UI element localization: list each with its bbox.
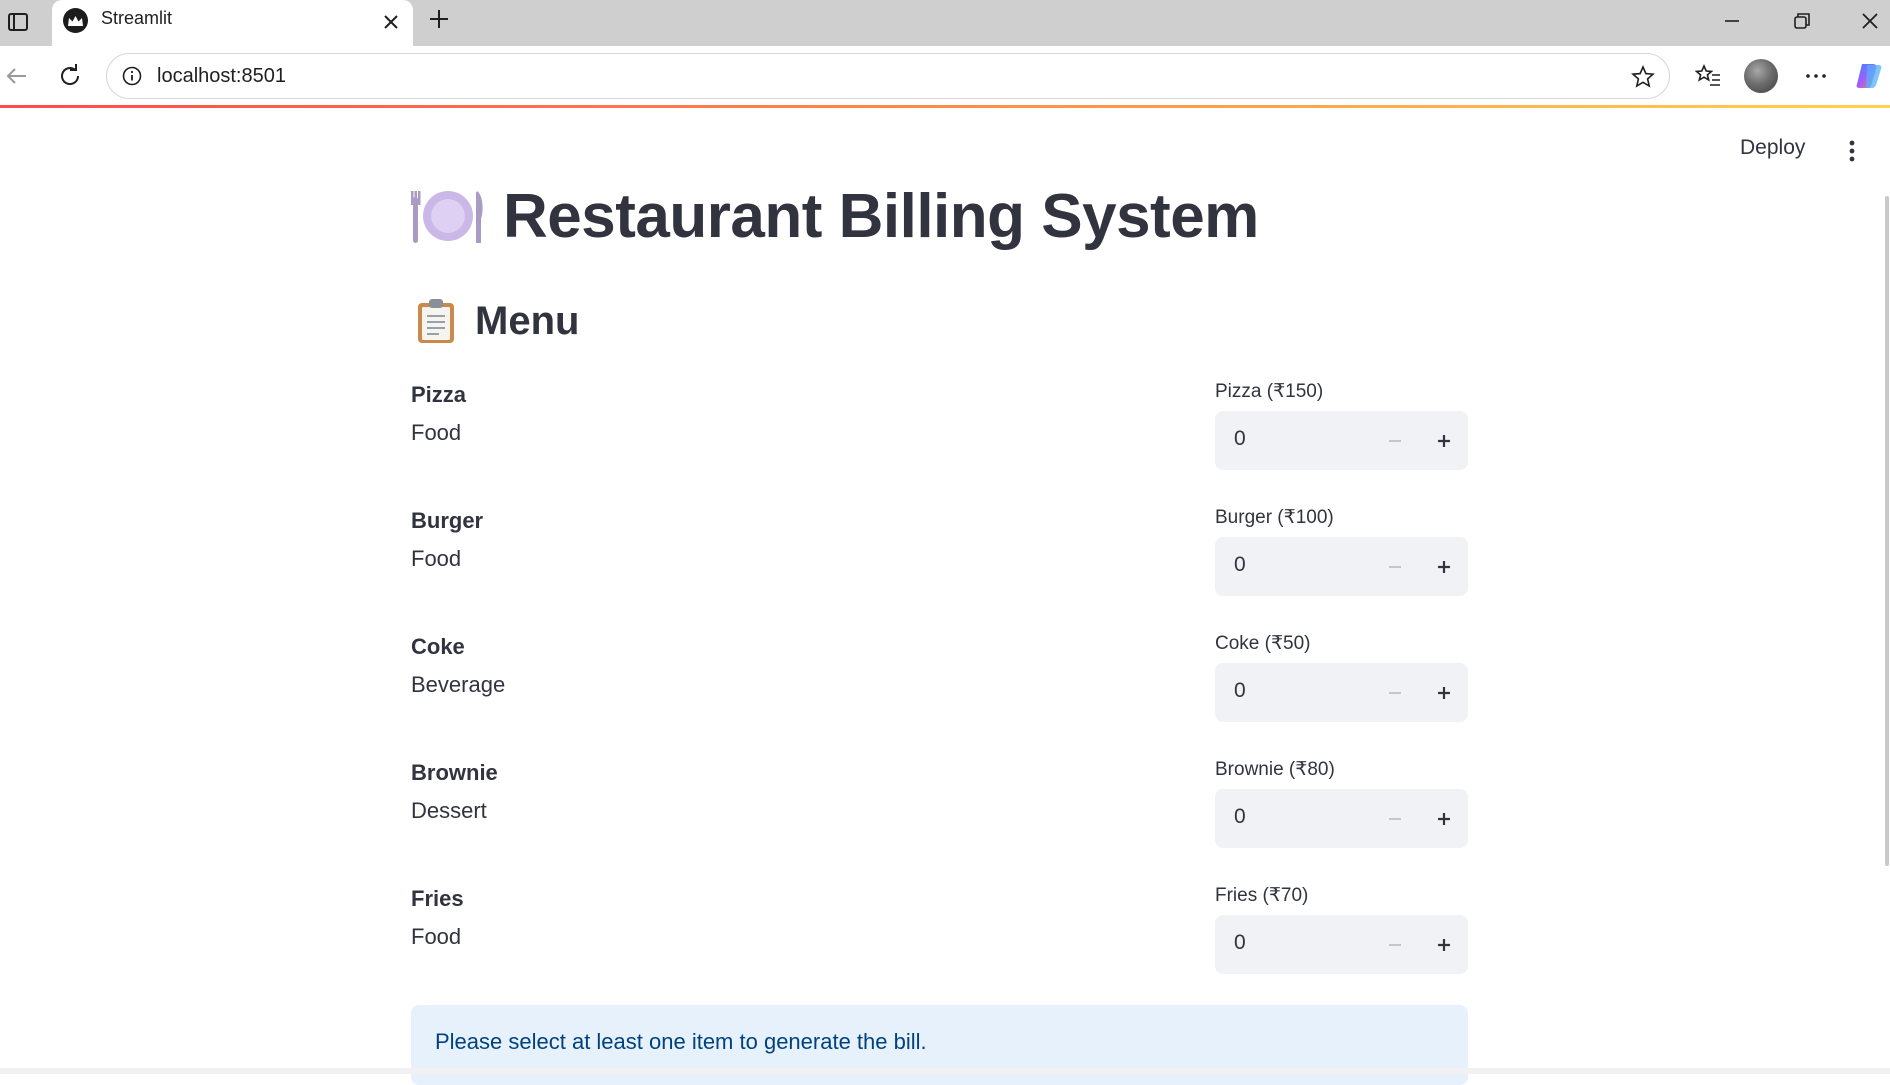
plus-icon	[1437, 938, 1450, 951]
info-message: Please select at least one item to gener…	[435, 1029, 927, 1054]
menu-item-pizza: Pizza Food Pizza (₹150) 0	[411, 381, 1468, 508]
browser-toolbar: localhost:8501	[0, 46, 1890, 106]
quantity-stepper[interactable]: 0	[1215, 663, 1468, 722]
minimize-icon[interactable]	[1712, 6, 1752, 36]
minus-icon	[1389, 439, 1401, 442]
quantity-input[interactable]: 0	[1234, 679, 1246, 703]
menu-item-coke: Coke Beverage Coke (₹50) 0	[411, 633, 1468, 760]
item-name: Pizza	[411, 382, 467, 407]
item-name: Burger	[411, 508, 484, 533]
quantity-label: Fries (₹70)	[1215, 885, 1309, 906]
decrement-button[interactable]	[1371, 411, 1419, 470]
menu-heading-row: Menu	[417, 294, 579, 348]
increment-button[interactable]	[1419, 537, 1468, 596]
tab-actions-icon[interactable]	[4, 8, 32, 36]
increment-button[interactable]	[1419, 915, 1468, 974]
browser-tab-bar: Streamlit	[0, 0, 1890, 46]
streamlit-favicon-icon	[63, 8, 88, 33]
item-name: Fries	[411, 886, 464, 911]
decrement-button[interactable]	[1371, 915, 1419, 974]
quantity-input[interactable]: 0	[1234, 553, 1246, 577]
item-category: Dessert	[411, 798, 487, 823]
quantity-input[interactable]: 0	[1234, 427, 1246, 451]
back-icon[interactable]	[0, 58, 36, 94]
quantity-label: Pizza (₹150)	[1215, 381, 1324, 402]
plus-icon	[1437, 434, 1450, 447]
menu-item-brownie: Brownie Dessert Brownie (₹80) 0	[411, 759, 1468, 886]
decrement-button[interactable]	[1371, 663, 1419, 722]
plus-icon	[1437, 686, 1450, 699]
tab-title: Streamlit	[101, 8, 173, 28]
deploy-button[interactable]: Deploy	[1740, 136, 1805, 160]
decrement-button[interactable]	[1371, 537, 1419, 596]
plus-icon	[1437, 812, 1450, 825]
site-info-icon[interactable]	[121, 65, 143, 87]
main-menu-icon[interactable]	[1840, 138, 1864, 164]
minus-icon	[1389, 565, 1401, 568]
reload-icon[interactable]	[52, 58, 88, 94]
quantity-label: Coke (₹50)	[1215, 633, 1311, 654]
restore-icon[interactable]	[1781, 6, 1821, 36]
quantity-label: Brownie (₹80)	[1215, 759, 1335, 780]
more-options-icon[interactable]	[1798, 58, 1834, 94]
menu-heading: Menu	[475, 298, 580, 343]
minus-icon	[1389, 817, 1401, 820]
address-url[interactable]: localhost:8501	[157, 65, 286, 88]
window-bottom-edge	[0, 1068, 1890, 1074]
copilot-icon[interactable]	[1853, 60, 1885, 92]
browser-tab[interactable]: Streamlit	[52, 0, 413, 46]
increment-button[interactable]	[1419, 789, 1468, 848]
page-title: Restaurant Billing System	[503, 181, 1259, 251]
item-category: Food	[411, 924, 462, 949]
quantity-stepper[interactable]: 0	[1215, 537, 1468, 596]
quantity-stepper[interactable]: 0	[1215, 411, 1468, 470]
increment-button[interactable]	[1419, 411, 1468, 470]
quantity-input[interactable]: 0	[1234, 805, 1246, 829]
item-category: Beverage	[411, 672, 506, 697]
item-name: Coke	[411, 634, 465, 659]
menu-item-burger: Burger Food Burger (₹100) 0	[411, 507, 1468, 634]
page-title-row: Restaurant Billing System	[411, 176, 1259, 256]
increment-button[interactable]	[1419, 663, 1468, 722]
streamlit-app: Deploy Restaurant Billing System Menu Pi…	[0, 108, 1890, 1085]
favorite-star-icon[interactable]	[1629, 63, 1657, 91]
item-category: Food	[411, 546, 462, 571]
menu-item-fries: Fries Food Fries (₹70) 0	[411, 885, 1468, 1012]
decrement-button[interactable]	[1371, 789, 1419, 848]
favorites-icon[interactable]	[1690, 58, 1726, 94]
clipboard-icon	[418, 299, 454, 343]
quantity-stepper[interactable]: 0	[1215, 915, 1468, 974]
new-tab-icon[interactable]	[424, 4, 454, 34]
profile-avatar[interactable]	[1744, 59, 1778, 93]
quantity-label: Burger (₹100)	[1215, 507, 1334, 528]
plus-icon	[1437, 560, 1450, 573]
close-tab-icon[interactable]	[378, 9, 404, 35]
quantity-input[interactable]: 0	[1234, 931, 1246, 955]
item-name: Brownie	[411, 760, 498, 785]
item-category: Food	[411, 420, 462, 445]
minus-icon	[1389, 691, 1401, 694]
close-window-icon[interactable]	[1850, 6, 1890, 36]
plate-with-cutlery-icon	[411, 191, 483, 243]
quantity-stepper[interactable]: 0	[1215, 789, 1468, 848]
address-bar[interactable]: localhost:8501	[106, 53, 1670, 99]
minus-icon	[1389, 943, 1401, 946]
scrollbar[interactable]	[1885, 196, 1889, 866]
